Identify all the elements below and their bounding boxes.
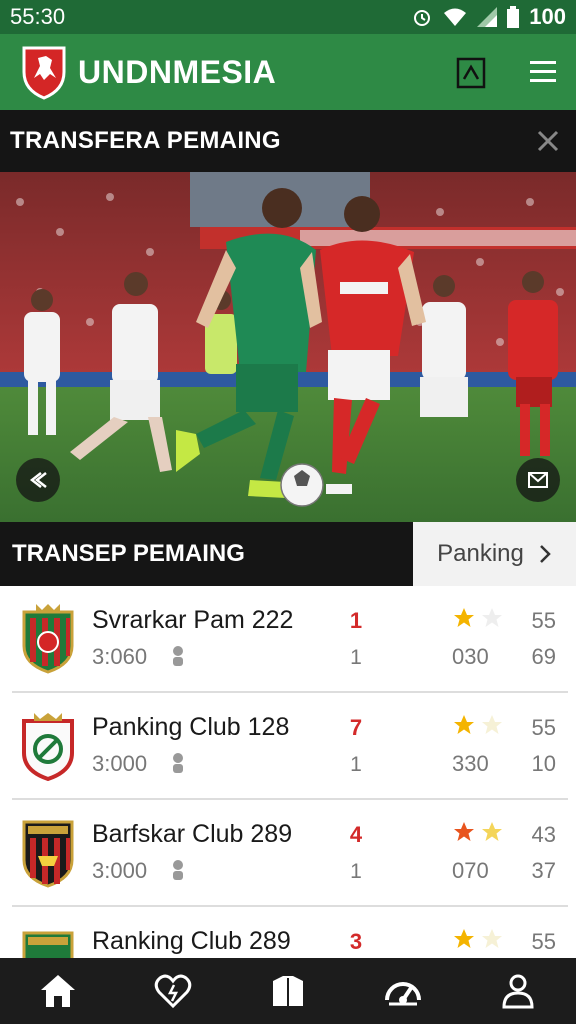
club-points: 030 bbox=[452, 644, 489, 669]
mail-icon bbox=[528, 472, 548, 488]
logo-shield-icon bbox=[22, 46, 66, 100]
heart-icon bbox=[154, 974, 192, 1009]
club-sub: 1 bbox=[350, 860, 362, 883]
club-value-top: 55 bbox=[531, 608, 556, 633]
hero-image bbox=[0, 172, 576, 522]
club-crest-icon bbox=[22, 820, 74, 888]
share-icon[interactable] bbox=[456, 55, 486, 89]
star-icon bbox=[454, 929, 474, 948]
club-value-top: 55 bbox=[531, 929, 556, 954]
signal-icon bbox=[477, 7, 498, 27]
club-stars bbox=[452, 606, 504, 630]
alarm-icon bbox=[414, 10, 431, 26]
battery-level: 100 bbox=[529, 4, 566, 29]
club-time: 3:060 bbox=[92, 644, 148, 669]
club-points: 070 bbox=[452, 858, 489, 883]
club-time: 3:000 bbox=[92, 858, 148, 883]
profile-icon bbox=[502, 974, 534, 1009]
club-value-top: 55 bbox=[531, 715, 556, 740]
club-name: Panking Club 128 bbox=[92, 713, 290, 741]
pin-icon bbox=[173, 753, 183, 773]
club-time: 3:000 bbox=[92, 751, 148, 776]
club-name: Barfskar Club 289 bbox=[92, 820, 293, 848]
brand: UNDNMESIA bbox=[20, 44, 276, 100]
star-empty-icon bbox=[482, 608, 502, 627]
club-stars bbox=[452, 713, 504, 737]
status-bar: 55:30 100 bbox=[0, 0, 576, 34]
pin-icon bbox=[173, 646, 183, 666]
club-value-bottom: 37 bbox=[531, 858, 556, 883]
club-row[interactable]: Panking Club 128 3:000 7 1 330 55 10 bbox=[12, 693, 568, 800]
club-stars bbox=[452, 820, 504, 844]
nav-kits[interactable] bbox=[258, 966, 318, 1016]
hero-back-button[interactable] bbox=[16, 458, 60, 502]
club-name: Svrarkar Pam 222 bbox=[92, 606, 294, 634]
star-icon bbox=[454, 822, 474, 841]
section-header: TRANSEP PEMAING Panking bbox=[0, 522, 576, 586]
club-rank: 3 bbox=[349, 929, 363, 954]
nav-home[interactable] bbox=[28, 966, 88, 1016]
app-bar: UNDNMESIA bbox=[0, 34, 576, 110]
menu-icon[interactable] bbox=[528, 59, 558, 85]
football-match-illustration bbox=[0, 172, 576, 522]
club-value-bottom: 10 bbox=[531, 751, 556, 776]
chevron-right-icon bbox=[539, 545, 551, 563]
wifi-icon bbox=[444, 8, 467, 26]
club-row[interactable]: Barfskar Club 289 3:000 4 1 070 43 37 bbox=[12, 800, 568, 907]
status-icons: 100 bbox=[411, 4, 566, 30]
star-empty-icon bbox=[482, 929, 502, 948]
nav-stats[interactable] bbox=[373, 966, 433, 1016]
star-icon bbox=[454, 608, 474, 627]
club-row[interactable]: Ranking Club 289 3 55 bbox=[12, 907, 568, 958]
section-title: TRANSEP PEMAING bbox=[0, 522, 413, 586]
club-value-top: 43 bbox=[531, 822, 556, 847]
club-points: 330 bbox=[452, 751, 489, 776]
club-crest-icon bbox=[22, 713, 74, 781]
banner-title: TRANSFERA PEMAING bbox=[10, 127, 281, 154]
ranking-link-label: Panking bbox=[437, 540, 524, 567]
club-list: Svrarkar Pam 222 3:060 1 1 030 55 69 Pan… bbox=[0, 586, 576, 958]
home-icon bbox=[40, 975, 75, 1007]
club-sub: 1 bbox=[350, 646, 362, 669]
hero-mail-button[interactable] bbox=[516, 458, 560, 502]
banner: TRANSFERA PEMAING bbox=[0, 110, 576, 172]
club-crest-icon bbox=[22, 931, 74, 958]
shirt-icon bbox=[272, 976, 303, 1006]
club-stars bbox=[452, 927, 504, 951]
ranking-link[interactable]: Panking bbox=[413, 522, 576, 586]
star-empty-icon bbox=[482, 715, 502, 734]
club-rank: 7 bbox=[349, 715, 363, 740]
club-rank: 4 bbox=[349, 822, 363, 847]
club-sub: 1 bbox=[350, 753, 362, 776]
club-crest-icon bbox=[22, 604, 74, 674]
status-time: 55:30 bbox=[10, 4, 66, 29]
pin-icon bbox=[173, 860, 183, 880]
club-row[interactable]: Svrarkar Pam 222 3:060 1 1 030 55 69 bbox=[12, 586, 568, 693]
nav-profile[interactable] bbox=[488, 966, 548, 1016]
gauge-icon bbox=[385, 982, 422, 1006]
club-name: Ranking Club 289 bbox=[92, 927, 291, 955]
club-value-bottom: 69 bbox=[531, 644, 556, 669]
star-icon bbox=[454, 715, 474, 734]
back-icon bbox=[29, 472, 47, 488]
star-icon bbox=[482, 822, 502, 841]
close-icon[interactable] bbox=[536, 129, 560, 153]
bottom-nav bbox=[0, 958, 576, 1024]
app-title: UNDNMESIA bbox=[78, 53, 277, 90]
battery-icon bbox=[507, 6, 520, 28]
club-rank: 1 bbox=[349, 608, 363, 633]
nav-favorites[interactable] bbox=[143, 966, 203, 1016]
